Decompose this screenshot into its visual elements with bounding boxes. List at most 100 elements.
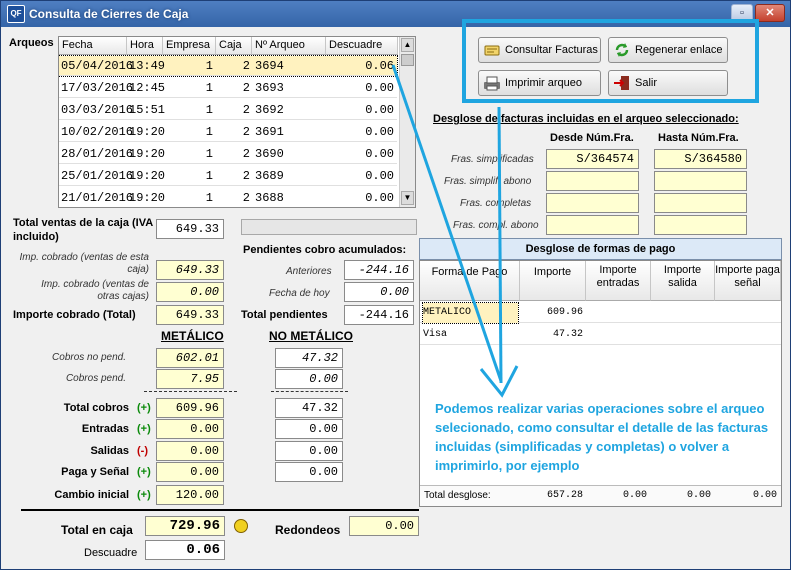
fecha-hoy-label: Fecha de hoy [269, 288, 330, 299]
hasta-header: Hasta Núm.Fra. [658, 132, 739, 144]
metalico-value[interactable]: 120.00 [156, 485, 224, 505]
forma-pago-cell [715, 325, 777, 345]
arqueo-cell: 3693 [255, 81, 284, 95]
close-button[interactable]: ✕ [755, 4, 785, 22]
imp-esta-caja-value[interactable]: 649.33 [156, 260, 224, 280]
metalico-value[interactable]: 7.95 [156, 369, 224, 389]
no-metalico-value[interactable]: 0.00 [275, 369, 343, 389]
arqueo-cell: 2 [242, 59, 250, 73]
arqueo-cell: 3688 [255, 191, 284, 205]
arqueo-cell: 05/04/2016 [61, 59, 134, 73]
arqueo-cell: 1 [205, 81, 213, 95]
arqueo-cell: 2 [242, 103, 250, 117]
arqueo-row[interactable]: 25/01/2016 19:20 1 2 3689 0.00 [59, 166, 397, 186]
sign-badge: (+) [137, 423, 151, 435]
importe-cobrado-label: Importe cobrado (Total) [13, 309, 136, 321]
desde-header: Desde Núm.Fra. [550, 132, 634, 144]
arqueo-row[interactable]: 28/01/2016 19:20 1 2 3690 0.00 [59, 144, 397, 164]
fras-simplif-abono-desde[interactable] [546, 171, 639, 191]
arqueo-row[interactable]: 21/01/2016 19:20 1 2 3688 0.00 [59, 188, 397, 207]
arqueo-cell: 13:49 [129, 59, 166, 73]
arqueo-row[interactable]: 10/02/2016 19:20 1 2 3691 0.00 [59, 122, 397, 142]
metalico-row-label: Salidas [90, 445, 129, 457]
arqueo-cell: 19:20 [129, 169, 166, 183]
col-hora[interactable]: Hora [127, 37, 163, 55]
fras-completas-desde[interactable] [546, 193, 639, 213]
arqueo-cell: 19:20 [129, 125, 166, 139]
no-metalico-value[interactable]: 0.00 [275, 441, 343, 461]
total-entradas: 0.00 [622, 490, 647, 501]
arqueo-cell: 19:20 [129, 191, 166, 205]
metalico-value[interactable]: 0.00 [156, 462, 224, 482]
col-importe-salida[interactable]: Importe salida [651, 261, 715, 301]
arqueo-cell: 03/03/2016 [61, 103, 134, 117]
fras-simplif-abono-hasta[interactable] [654, 171, 747, 191]
arqueo-row[interactable]: 03/03/2016 15:51 1 2 3692 0.00 [59, 100, 397, 120]
col-narqueo[interactable]: Nº Arqueo [252, 37, 326, 55]
metalico-value[interactable]: 602.01 [156, 348, 224, 368]
total-caja-value[interactable]: 729.96 [145, 516, 225, 536]
col-importe-entradas[interactable]: Importe entradas [586, 261, 651, 301]
arqueo-cell: 21/01/2016 [61, 191, 134, 205]
arqueo-cell: 2 [242, 191, 250, 205]
metalico-value[interactable]: 0.00 [156, 441, 224, 461]
arqueo-cell: 3690 [255, 147, 284, 161]
col-caja[interactable]: Caja [216, 37, 252, 55]
arqueo-cell: 28/01/2016 [61, 147, 134, 161]
arqueo-cell: 3692 [255, 103, 284, 117]
importe-cobrado-value[interactable]: 649.33 [156, 305, 224, 325]
arqueo-row[interactable]: 05/04/2016 13:49 1 2 3694 0.06 [59, 55, 398, 77]
total-salida: 0.00 [686, 490, 711, 501]
coin-icon [234, 519, 248, 533]
arqueo-cell: 2 [242, 147, 250, 161]
col-descuadre[interactable]: Descuadre [326, 37, 398, 55]
redondeos-label: Redondeos [275, 523, 341, 537]
scroll-up-icon[interactable]: ▲ [401, 38, 414, 52]
no-metalico-value[interactable]: 0.00 [275, 419, 343, 439]
anteriores-label: Anteriores [286, 266, 332, 277]
total-desglose-row: Total desglose: 657.28 0.00 0.00 0.00 [420, 485, 781, 506]
metalico-row-label: Entradas [81, 423, 129, 435]
arqueo-cell: 2 [242, 81, 250, 95]
no-metalico-value[interactable]: 47.32 [275, 348, 343, 368]
total-pendientes-label: Total pendientes [241, 309, 328, 321]
arqueo-cell: 12:45 [129, 81, 166, 95]
divider-metalico [144, 391, 237, 392]
metalico-value[interactable]: 0.00 [156, 419, 224, 439]
col-empresa[interactable]: Empresa [163, 37, 216, 55]
divider-no-metalico [271, 391, 348, 392]
forma-pago-cell [586, 303, 647, 323]
fras-simplificadas-hasta[interactable]: S/364580 [654, 149, 747, 169]
fras-simplificadas-desde[interactable]: S/364574 [546, 149, 639, 169]
no-metalico-header: NO METÁLICO [269, 329, 353, 343]
arqueo-cell: 10/02/2016 [61, 125, 134, 139]
col-fecha[interactable]: Fecha [59, 37, 127, 55]
fras-completas-hasta[interactable] [654, 193, 747, 213]
forma-pago-cell [715, 303, 777, 323]
totals-divider [21, 509, 419, 511]
arqueos-label: Arqueos [9, 37, 54, 49]
descuadre-label: Descuadre [84, 547, 138, 559]
no-metalico-value[interactable]: 0.00 [275, 462, 343, 482]
forma-pago-cell [651, 303, 711, 323]
total-paga-senal: 0.00 [752, 490, 777, 501]
fras-compl-abono-hasta[interactable] [654, 215, 747, 235]
metalico-row-label: Cobros pend. [65, 373, 126, 384]
imp-otras-cajas-label: Imp. cobrado (ventas de otras cajas) [41, 279, 149, 302]
total-ventas-label: Total ventas de la caja (IVA incluido) [13, 217, 153, 243]
col-importe-paga-senal[interactable]: Importe paga señal [715, 261, 781, 301]
metalico-value[interactable]: 609.96 [156, 398, 224, 418]
fras-compl-abono-desde[interactable] [546, 215, 639, 235]
redondeos-value[interactable]: 0.00 [349, 516, 419, 536]
no-metalico-value[interactable]: 47.32 [275, 398, 343, 418]
imp-otras-cajas-value[interactable]: 0.00 [156, 282, 224, 302]
sign-badge: (+) [137, 402, 151, 414]
arqueo-cell: 3691 [255, 125, 284, 139]
arqueo-cell: 3689 [255, 169, 284, 183]
descuadre-value[interactable]: 0.06 [145, 540, 225, 560]
arqueo-row[interactable]: 17/03/2016 12:45 1 2 3693 0.00 [59, 78, 397, 98]
main-window: QF Consulta de Cierres de Caja ▫ ✕ Arque… [0, 0, 791, 570]
arqueo-cell: 2 [242, 169, 250, 183]
window-title: Consulta de Cierres de Caja [29, 7, 189, 21]
total-ventas-value[interactable]: 649.33 [156, 219, 224, 239]
